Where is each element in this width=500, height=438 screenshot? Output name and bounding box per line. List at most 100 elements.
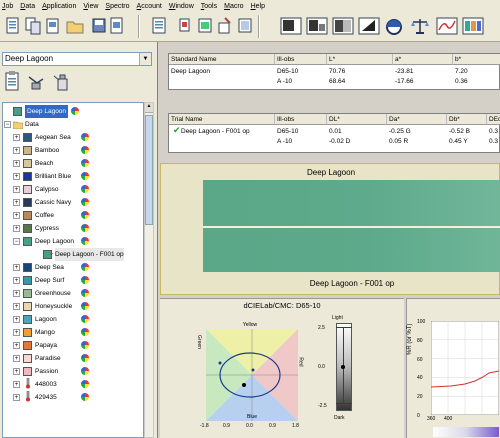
tree-item[interactable]: − Deep Lagoon	[3, 235, 143, 248]
tree-item[interactable]: + Honeysuckle	[3, 300, 143, 313]
doc-view-icon[interactable]	[150, 16, 168, 36]
expand-icon[interactable]: +	[13, 160, 20, 167]
scroll-thumb[interactable]	[145, 115, 153, 225]
menu-help[interactable]: Help	[251, 3, 265, 10]
tree-item[interactable]: + Deep Surf	[3, 274, 143, 287]
expand-icon[interactable]: +	[13, 394, 20, 401]
expand-icon[interactable]: +	[13, 290, 20, 297]
collapse-icon[interactable]: −	[4, 121, 11, 128]
menu-tools[interactable]: Tools	[201, 3, 217, 10]
table-cell: 0.3	[489, 138, 499, 145]
tree-item[interactable]: +448003	[3, 377, 143, 391]
tree-item[interactable]: + Calypso	[3, 183, 143, 196]
menu-application[interactable]: Application	[42, 3, 76, 10]
expand-icon[interactable]: +	[13, 147, 20, 154]
column-header[interactable]: b*	[453, 54, 500, 65]
column-header[interactable]: Db*	[447, 114, 487, 125]
tree-item[interactable]: + Cassic Navy	[3, 196, 143, 209]
menu-data[interactable]: Data	[20, 3, 35, 10]
expand-icon[interactable]: +	[13, 199, 20, 206]
gauge-icon[interactable]	[384, 16, 404, 36]
column-header[interactable]: Da*	[387, 114, 447, 125]
column-header[interactable]: a*	[393, 54, 453, 65]
triangle-icon[interactable]	[358, 16, 380, 36]
new-job-icon[interactable]	[4, 16, 22, 36]
tree-item[interactable]: + Mango	[3, 326, 143, 339]
menu-job[interactable]: Job	[2, 3, 13, 10]
trial-swatch	[203, 228, 500, 272]
collapse-icon[interactable]: −	[13, 238, 20, 245]
column-header[interactable]: Ill-obs	[275, 54, 327, 65]
instrument-icon[interactable]	[216, 16, 234, 36]
tree-item[interactable]: + Coffee	[3, 209, 143, 222]
palette-icon[interactable]	[462, 16, 484, 36]
tree-item[interactable]: + Greenhouse	[3, 287, 143, 300]
tree-folder-data[interactable]: − Data	[3, 118, 143, 131]
expand-icon[interactable]: +	[13, 225, 20, 232]
bottle-icon[interactable]	[52, 72, 72, 92]
open-icon[interactable]	[44, 16, 62, 36]
balance-icon[interactable]	[410, 16, 430, 36]
contrast-icon[interactable]	[332, 16, 354, 36]
column-header[interactable]: Ill-obs	[275, 114, 327, 125]
tree-item[interactable]: + Deep Sea	[3, 261, 143, 274]
menu-view[interactable]: View	[83, 3, 98, 10]
expand-icon[interactable]: +	[13, 186, 20, 193]
tree-item[interactable]: + Cypress	[3, 222, 143, 235]
tree-item-label: Papaya	[35, 342, 58, 349]
menu-spectro[interactable]: Spectro	[105, 3, 129, 10]
batch-icon[interactable]	[236, 16, 254, 36]
tree-item[interactable]: + Aegean Sea	[3, 131, 143, 144]
expand-icon[interactable]: +	[13, 368, 20, 375]
expand-icon[interactable]: +	[13, 173, 20, 180]
column-header[interactable]: L*	[327, 54, 393, 65]
dark-square-icon[interactable]	[280, 16, 302, 36]
compare-icon[interactable]	[306, 16, 328, 36]
job-tree[interactable]: Deep Lagoon − Data + Aegean Sea + Bamboo + Be…	[2, 102, 144, 438]
measure-icon[interactable]	[26, 72, 46, 92]
dcie-title: dCIELab/CMC: D65-10	[243, 301, 321, 310]
tree-item[interactable]: + Bamboo	[3, 144, 143, 157]
tree-item[interactable]: + Beach	[3, 157, 143, 170]
expand-icon[interactable]: +	[13, 316, 20, 323]
expand-icon[interactable]: +	[13, 329, 20, 336]
measure-trial-icon[interactable]	[196, 16, 214, 36]
menu-macro[interactable]: Macro	[224, 3, 243, 10]
column-header[interactable]: DEcm	[487, 114, 500, 125]
tree-item[interactable]: + Brilliant Blue	[3, 170, 143, 183]
chevron-down-icon[interactable]: ▼	[139, 53, 151, 65]
measure-std-icon[interactable]	[178, 16, 196, 36]
tree-root[interactable]: Deep Lagoon	[3, 105, 143, 118]
expand-icon[interactable]: +	[13, 212, 20, 219]
save-icon[interactable]	[90, 16, 108, 36]
tree-item[interactable]: + Passion	[3, 365, 143, 378]
tree-item[interactable]: + Lagoon	[3, 313, 143, 326]
expand-icon[interactable]: +	[13, 355, 20, 362]
tree-child-item[interactable]: Deep Lagoon - F001 op ▲	[3, 248, 143, 261]
scroll-up-icon[interactable]: ▲	[145, 103, 153, 113]
expand-icon[interactable]: +	[13, 264, 20, 271]
expand-icon[interactable]: +	[13, 342, 20, 349]
expand-icon[interactable]: +	[13, 303, 20, 310]
spectral-icon[interactable]	[436, 16, 458, 36]
tree-item[interactable]: +429435	[3, 390, 143, 404]
tree-item[interactable]: + Paradise	[3, 352, 143, 365]
menu-window[interactable]: Window	[169, 3, 194, 10]
expand-icon[interactable]: +	[13, 381, 20, 388]
color-wheel-icon	[81, 159, 89, 167]
print-icon[interactable]	[108, 16, 126, 36]
column-header[interactable]: Standard Name	[169, 54, 275, 65]
expand-icon[interactable]: +	[13, 277, 20, 284]
clipboard-icon[interactable]	[4, 70, 20, 92]
tree-scrollbar[interactable]: ▲	[144, 102, 154, 438]
column-header[interactable]: DL*	[327, 114, 387, 125]
column-header[interactable]: Trial Name	[169, 114, 275, 125]
menu-account[interactable]: Account	[137, 3, 162, 10]
table-cell: -23.81	[395, 68, 414, 75]
tree-item[interactable]: + Papaya	[3, 339, 143, 352]
standard-select[interactable]: Deep Lagoon ▼	[2, 52, 152, 66]
standard-swatch-label: Deep Lagoon	[306, 168, 356, 177]
new-std-icon[interactable]	[24, 16, 42, 36]
folder-icon[interactable]	[66, 16, 84, 36]
expand-icon[interactable]: +	[13, 134, 20, 141]
